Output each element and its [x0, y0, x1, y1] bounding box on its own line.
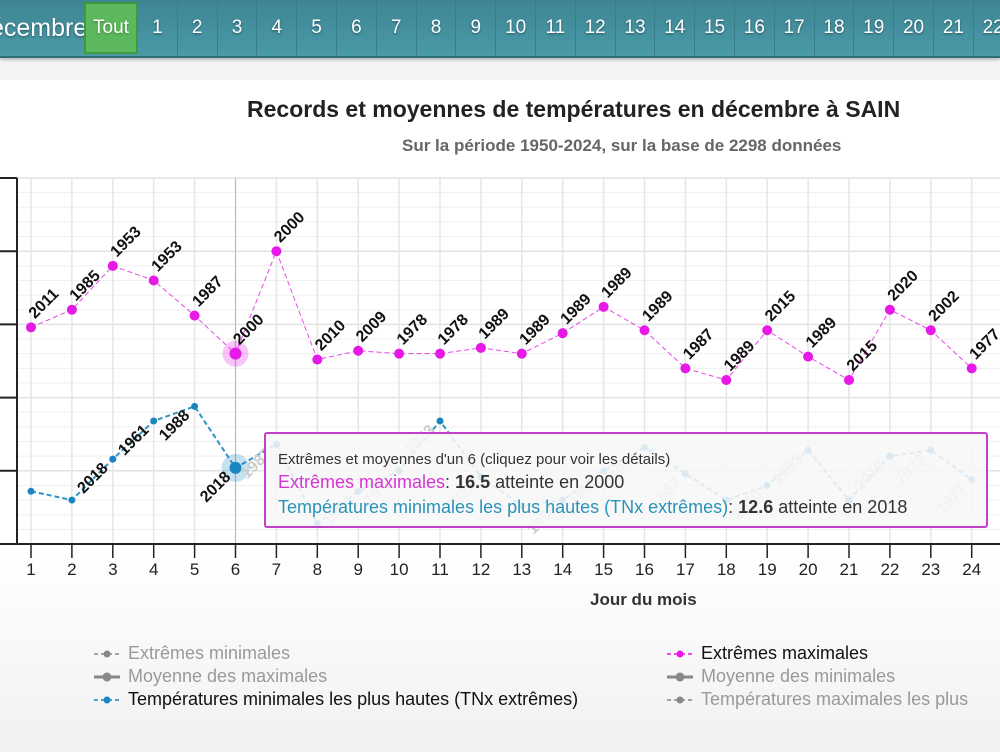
- chart-plot[interactable]: 1 2 3 4 5 6 7 8 9 10 11 12 13 14 15 16 17 18 19 20 21 22 23 242…: [0, 0, 1000, 752]
- legend-item[interactable]: Moyenne des maximales: [92, 666, 327, 687]
- x-tick-label: 20: [799, 560, 818, 579]
- tooltip-max-label: Extrêmes maximales: [278, 472, 446, 492]
- data-point: [394, 348, 405, 359]
- x-tick-label: 1: [26, 560, 35, 579]
- legend-item[interactable]: Moyenne des minimales: [665, 666, 895, 687]
- data-point: [680, 363, 691, 374]
- legend-label: Moyenne des minimales: [701, 666, 896, 686]
- x-tick-label: 3: [108, 560, 117, 579]
- data-point: [189, 310, 200, 321]
- data-point: [557, 328, 568, 339]
- tooltip-header: Extrêmes et moyennes d'un 6 (cliquez pou…: [278, 451, 671, 468]
- legend-label: Températures maximales les plus: [701, 689, 969, 709]
- x-tick-label: 22: [880, 560, 899, 579]
- data-point: [639, 325, 650, 336]
- x-tick-label: 13: [512, 560, 531, 579]
- chart-tooltip[interactable]: Extrêmes et moyennes d'un 6 (cliquez pou…: [264, 432, 988, 528]
- data-point: [925, 325, 936, 336]
- data-point: [516, 348, 527, 359]
- data-point: [148, 275, 159, 286]
- data-point: [721, 375, 732, 386]
- tooltip-sep: :: [445, 472, 456, 492]
- data-point: [884, 304, 895, 315]
- legend-label: Extrêmes maximales: [701, 643, 869, 663]
- tooltip-max-value: 16.5: [455, 472, 491, 492]
- x-axis-title: Jour du mois: [590, 590, 697, 609]
- data-point: [966, 363, 977, 374]
- data-point: [803, 351, 814, 362]
- data-point: [271, 246, 282, 257]
- x-tick-label: 7: [272, 560, 281, 579]
- legend-item[interactable]: Extrêmes minimales: [92, 643, 290, 664]
- legend-symbol-icon: [667, 672, 693, 681]
- legend-symbol-icon: [94, 650, 120, 657]
- x-tick-label: 16: [635, 560, 654, 579]
- x-tick-label: 6: [231, 560, 240, 579]
- x-tick-label: 10: [390, 560, 409, 579]
- tooltip-sep: :: [728, 497, 739, 517]
- x-tick-label: 24: [962, 560, 981, 579]
- x-tick-label: 17: [676, 560, 695, 579]
- tooltip-max-suffix: atteinte en 2000: [495, 472, 625, 492]
- tooltip-tnx-label: Températures minimales les plus hautes (…: [278, 497, 729, 517]
- data-point: [844, 375, 854, 386]
- data-point: [27, 487, 35, 495]
- x-tick-label: 19: [758, 560, 777, 579]
- data-point: [598, 301, 609, 312]
- x-tick-label: 4: [149, 560, 158, 579]
- legend-symbol-icon: [94, 672, 120, 681]
- legend-label: Températures minimales les plus hautes (…: [128, 689, 579, 709]
- x-tick-label: 21: [840, 560, 859, 579]
- x-tick-label: 11: [431, 560, 449, 579]
- x-tick-label: 8: [313, 560, 322, 579]
- x-tick-label: 15: [594, 560, 613, 579]
- data-point: [66, 304, 77, 315]
- legend-item[interactable]: Températures maximales les plus: [665, 689, 968, 710]
- data-point: [312, 354, 323, 365]
- data-point: [109, 455, 117, 463]
- legend-item[interactable]: Températures minimales les plus hautes (…: [92, 689, 578, 710]
- legend-symbol-icon: [667, 650, 693, 657]
- data-point: [762, 325, 773, 336]
- legend-label: Moyenne des maximales: [128, 666, 328, 686]
- x-tick-label: 18: [717, 560, 736, 579]
- x-tick-label: 23: [921, 560, 940, 579]
- data-point: [436, 417, 444, 425]
- x-tick-label: 9: [353, 560, 362, 579]
- x-tick-label: 14: [553, 560, 572, 579]
- data-point: [68, 496, 76, 504]
- tooltip-tnx-value: 12.6: [738, 497, 774, 517]
- data-point: [475, 342, 486, 353]
- data-point: [229, 347, 242, 360]
- legend-item[interactable]: Extrêmes maximales: [665, 643, 868, 664]
- data-point: [353, 345, 364, 356]
- legend-symbol-icon: [94, 696, 120, 703]
- x-tick-label: 5: [190, 560, 199, 579]
- tooltip-tnx-suffix: atteinte en 2018: [778, 497, 908, 517]
- data-point: [26, 322, 36, 333]
- legend-symbol-icon: [667, 696, 693, 703]
- data-point: [191, 402, 199, 410]
- data-point: [435, 348, 445, 359]
- data-point: [107, 260, 118, 271]
- x-tick-label: 12: [471, 560, 490, 579]
- legend-label: Extrêmes minimales: [128, 643, 291, 663]
- x-tick-label: 2: [67, 560, 76, 579]
- data-point: [150, 417, 158, 425]
